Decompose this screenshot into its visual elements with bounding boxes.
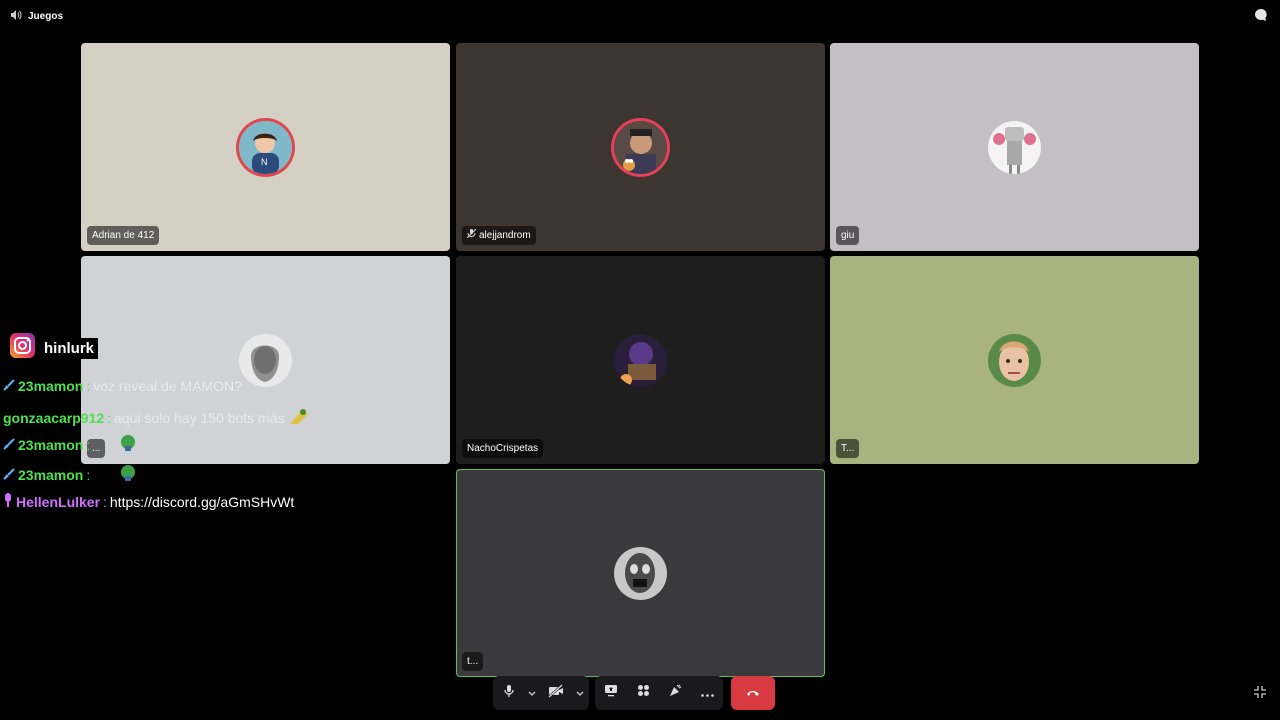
- soundboard-button[interactable]: [659, 676, 691, 710]
- sword-icon: [3, 378, 15, 394]
- participant-tile[interactable]: N Adrian de 412: [81, 43, 450, 251]
- participant-tile[interactable]: giu: [830, 43, 1199, 251]
- chat-message: gonzaacarp912: aqui solo hay 150 bots má…: [3, 406, 310, 429]
- chat-username: 23mamon: [18, 466, 84, 483]
- avatar: [239, 334, 292, 387]
- microphone-options-button[interactable]: [525, 676, 539, 710]
- activities-button[interactable]: [627, 676, 659, 710]
- chat-bubble-icon: [1254, 8, 1268, 27]
- avatar: [988, 121, 1041, 174]
- channel-name: Juegos: [28, 11, 64, 22]
- participant-tile[interactable]: T...: [830, 256, 1199, 464]
- activities-icon: [637, 684, 650, 702]
- mic-badge-icon: [3, 493, 13, 510]
- sword-icon: [3, 437, 15, 453]
- participant-tile[interactable]: t...: [456, 469, 825, 677]
- chat-username: 23mamon: [18, 378, 84, 394]
- screen-share-button[interactable]: [595, 676, 627, 710]
- participant-tile[interactable]: ...: [81, 256, 450, 464]
- camera-off-icon: [548, 683, 564, 703]
- chat-username: HellenLulker: [16, 493, 101, 510]
- mic-muted-icon: [466, 226, 477, 245]
- svg-text:N: N: [261, 157, 268, 167]
- emote-icon: [288, 406, 310, 429]
- participant-name: T...: [836, 439, 860, 458]
- exit-fullscreen-button[interactable]: [1253, 685, 1269, 701]
- camera-options-button[interactable]: [573, 676, 587, 710]
- participant-tile[interactable]: alejjandrom: [456, 43, 825, 251]
- chat-message: 23mamon: voz reveal de MAMON?: [3, 378, 242, 394]
- participant-tile[interactable]: NachoCrispetas: [456, 256, 825, 464]
- top-bar: Juegos: [0, 0, 1280, 34]
- avatar: [614, 547, 667, 600]
- more-options-button[interactable]: [691, 676, 723, 710]
- chevron-down-icon: [528, 684, 536, 702]
- avatar: [614, 121, 667, 174]
- chat-toggle-button[interactable]: [1252, 8, 1270, 26]
- sword-icon: [3, 467, 15, 483]
- chat-message: HellenLulker: https://discord.gg/aGmSHvW…: [3, 493, 294, 510]
- instagram-icon: [10, 333, 35, 363]
- disconnect-button[interactable]: [731, 676, 775, 710]
- participant-name: t...: [462, 652, 484, 671]
- avatar: N: [239, 121, 292, 174]
- emote-icon: [119, 434, 137, 455]
- avatar: [614, 334, 667, 387]
- participant-name: Adrian de 412: [87, 226, 160, 245]
- chat-username: gonzaacarp912: [3, 409, 105, 426]
- microphone-icon: [503, 684, 515, 703]
- soundboard-icon: [668, 684, 682, 703]
- camera-button[interactable]: [539, 676, 573, 710]
- collapse-icon: [1253, 686, 1267, 703]
- chat-text: voz reveal de MAMON?: [93, 378, 242, 394]
- chat-username: 23mamon: [18, 436, 84, 453]
- chat-message: 23mamon:: [3, 464, 137, 485]
- activity-controls-group: [595, 676, 723, 710]
- channel-header: Juegos: [10, 9, 63, 24]
- microphone-button[interactable]: [493, 676, 525, 710]
- avatar: [988, 334, 1041, 387]
- screen-share-icon: [604, 684, 618, 702]
- chat-message: 23mamon:: [3, 434, 137, 455]
- instagram-handle: hinlurk: [40, 337, 99, 359]
- participant-name: NachoCrispetas: [462, 439, 544, 458]
- participant-name: giu: [836, 226, 860, 245]
- hang-up-icon: [746, 684, 760, 702]
- ellipsis-icon: [700, 684, 714, 702]
- chevron-down-icon: [576, 684, 584, 702]
- av-controls-group: [493, 676, 589, 710]
- speaker-icon: [10, 9, 22, 24]
- chat-text: https://discord.gg/aGmSHvWt: [109, 493, 295, 510]
- emote-icon: [119, 464, 137, 485]
- call-controls: [0, 676, 1280, 710]
- instagram-tag: hinlurk: [10, 333, 99, 363]
- chat-text: aqui solo hay 150 bots más: [114, 409, 285, 426]
- participant-name: alejjandrom: [462, 226, 536, 245]
